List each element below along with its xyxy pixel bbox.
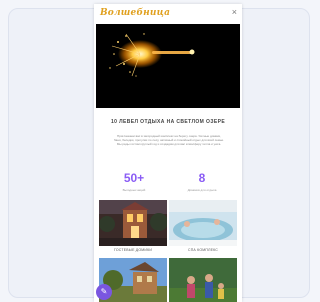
section-paragraph: Приглашаем вас в загородный комплекс на … (114, 134, 225, 146)
stat-item: 8 Домиков для отдыха (172, 171, 232, 193)
gallery-photo-cottage[interactable] (99, 200, 167, 246)
landing-card: Волшебница × 10 ЛЕВЕЛ ОТДЫХА НА СВЕТЛОМ … (94, 4, 242, 302)
chat-widget-icon[interactable]: ✎ (96, 284, 112, 300)
stat-label: Домиков для отдыха (187, 188, 217, 192)
gallery-caption: ГОСТЕВЫЕ ДОМИКИ (113, 248, 153, 252)
stat-value: 50+ (123, 171, 145, 185)
hero-image (96, 24, 240, 108)
gallery-photo-spa[interactable] (169, 200, 237, 246)
cottage-image (99, 200, 167, 246)
logo[interactable]: Волшебница (100, 8, 170, 18)
close-icon[interactable]: × (232, 7, 237, 17)
stat-item: 50+ Выгодных акций (104, 171, 164, 193)
sparkler-image (96, 24, 240, 108)
header: Волшебница × (94, 4, 242, 22)
gallery-caption: СПА КОМПЛЕКС (187, 248, 219, 252)
stat-value: 8 (198, 171, 206, 185)
gallery-photo-family[interactable] (169, 258, 237, 302)
stats-row: 50+ Выгодных акций 8 Домиков для отдыха (94, 172, 242, 194)
section-title: 10 ЛЕВЕЛ ОТДЫХА НА СВЕТЛОМ ОЗЕРЕ (110, 119, 226, 125)
spa-image (169, 200, 237, 246)
family-image (169, 258, 237, 302)
stat-label: Выгодных акций (122, 188, 146, 192)
